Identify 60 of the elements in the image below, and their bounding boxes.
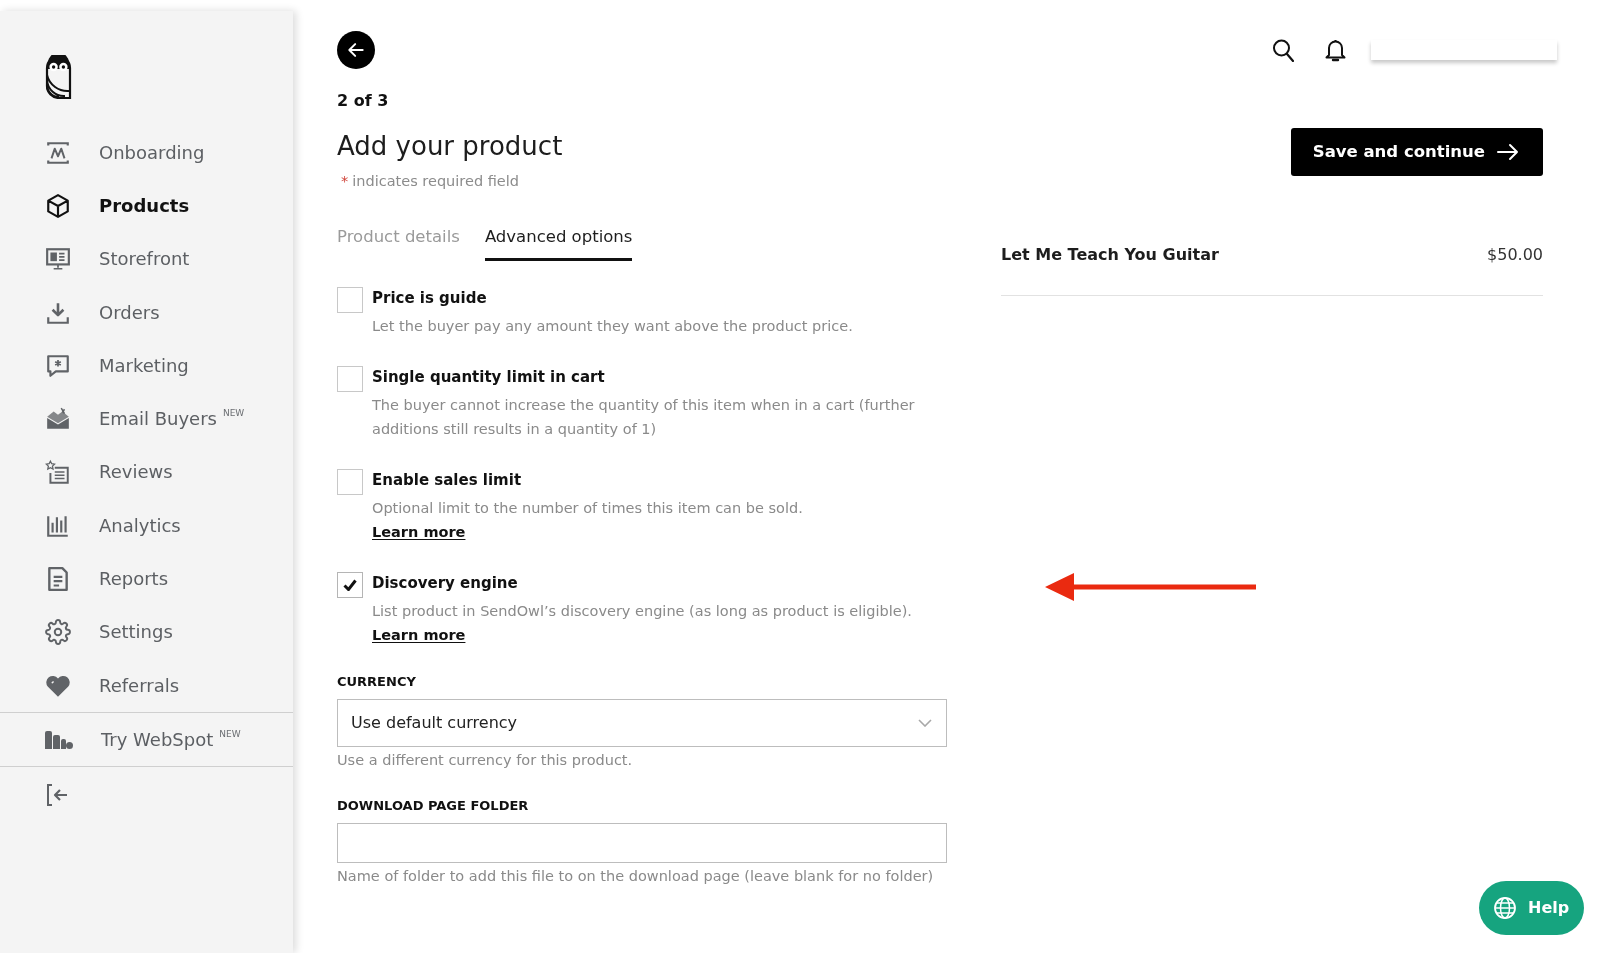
option-description: Optional limit to the number of times this item can be sold. xyxy=(372,499,803,518)
field-label: CURRENCY xyxy=(337,673,417,691)
input-field[interactable] xyxy=(337,823,947,863)
learn-more-link[interactable]: Learn more xyxy=(372,520,466,544)
required-note: * indicates required field xyxy=(340,172,520,191)
arrow-right-icon xyxy=(1497,143,1519,161)
new-label: NEW xyxy=(222,408,245,419)
bell-icon[interactable] xyxy=(1325,38,1346,62)
option-label: Price is guide xyxy=(372,288,488,309)
search-icon[interactable] xyxy=(1272,38,1294,62)
sidebar-item[interactable]: Email Buyers xyxy=(45,406,217,433)
sidebar-item[interactable]: Marketing xyxy=(45,352,189,379)
settings-icon xyxy=(45,619,71,646)
checkbox[interactable] xyxy=(337,572,363,598)
document-icon xyxy=(45,566,71,592)
sidebar-item[interactable]: Products xyxy=(45,192,190,219)
field-hint: Use a different currency for this product. xyxy=(337,751,634,770)
checkbox[interactable] xyxy=(337,469,363,495)
step-counter: 2 of 3 xyxy=(337,91,390,111)
option-label: Enable sales limit xyxy=(372,470,523,491)
option-description: Let the buyer pay any amount they want above the product price. xyxy=(372,317,853,336)
star-list-icon xyxy=(45,459,71,486)
save-continue-button[interactable]: Save and continue xyxy=(1290,128,1543,176)
option-description: List product in SendOwl’s discovery engine (as long as product is eligible). xyxy=(372,602,912,621)
product-price: $50.00 xyxy=(1487,244,1543,266)
option-description: The buyer cannot increase the quantity of this item when in a cart (further additions still results in a quantity of 1) xyxy=(372,396,916,439)
sidebar-item[interactable]: Storefront xyxy=(45,246,190,273)
blocks-icon xyxy=(45,730,73,749)
field-hint: Name of folder to add this file to on the download page (leave blank for no folder) xyxy=(337,867,935,886)
checkbox[interactable] xyxy=(337,287,363,313)
arrow-left-icon xyxy=(346,40,366,60)
sidebar-item[interactable]: Try WebSpot xyxy=(45,727,214,752)
cube-icon xyxy=(45,192,71,219)
checkmark-icon xyxy=(343,579,357,591)
new-label: NEW xyxy=(219,728,241,739)
checkbox[interactable] xyxy=(337,366,363,392)
select-field[interactable]: Use default currency xyxy=(337,699,947,747)
chart-frame-icon xyxy=(45,139,71,166)
globe-icon xyxy=(1493,896,1517,920)
sidebar-item[interactable]: Analytics xyxy=(45,512,181,539)
sidebar-item[interactable]: Onboarding xyxy=(45,139,205,166)
sidebar-item[interactable]: Referrals xyxy=(45,672,180,699)
tab[interactable]: Advanced options xyxy=(484,226,633,261)
logout-icon[interactable] xyxy=(45,782,69,807)
page-title: Add your product xyxy=(337,130,564,163)
speech-bubble-icon xyxy=(45,352,71,379)
back-button[interactable] xyxy=(337,31,375,69)
sidebar-item[interactable]: Reviews xyxy=(45,459,173,486)
sidebar-item[interactable]: Orders xyxy=(45,299,160,326)
chevron-down-icon xyxy=(918,719,932,727)
sidebar-item[interactable]: Settings xyxy=(45,619,173,646)
option-label: Discovery engine xyxy=(372,573,519,594)
field-label: DOWNLOAD PAGE FOLDER xyxy=(337,797,530,815)
product-name: Let Me Teach You Guitar xyxy=(1001,244,1219,266)
sidebar-item[interactable]: Reports xyxy=(45,566,169,592)
learn-more-link[interactable]: Learn more xyxy=(372,623,466,647)
option-label: Single quantity limit in cart xyxy=(372,367,606,388)
monitor-icon xyxy=(45,246,71,273)
help-button[interactable]: Help xyxy=(1479,881,1584,935)
owl-logo xyxy=(45,55,72,99)
